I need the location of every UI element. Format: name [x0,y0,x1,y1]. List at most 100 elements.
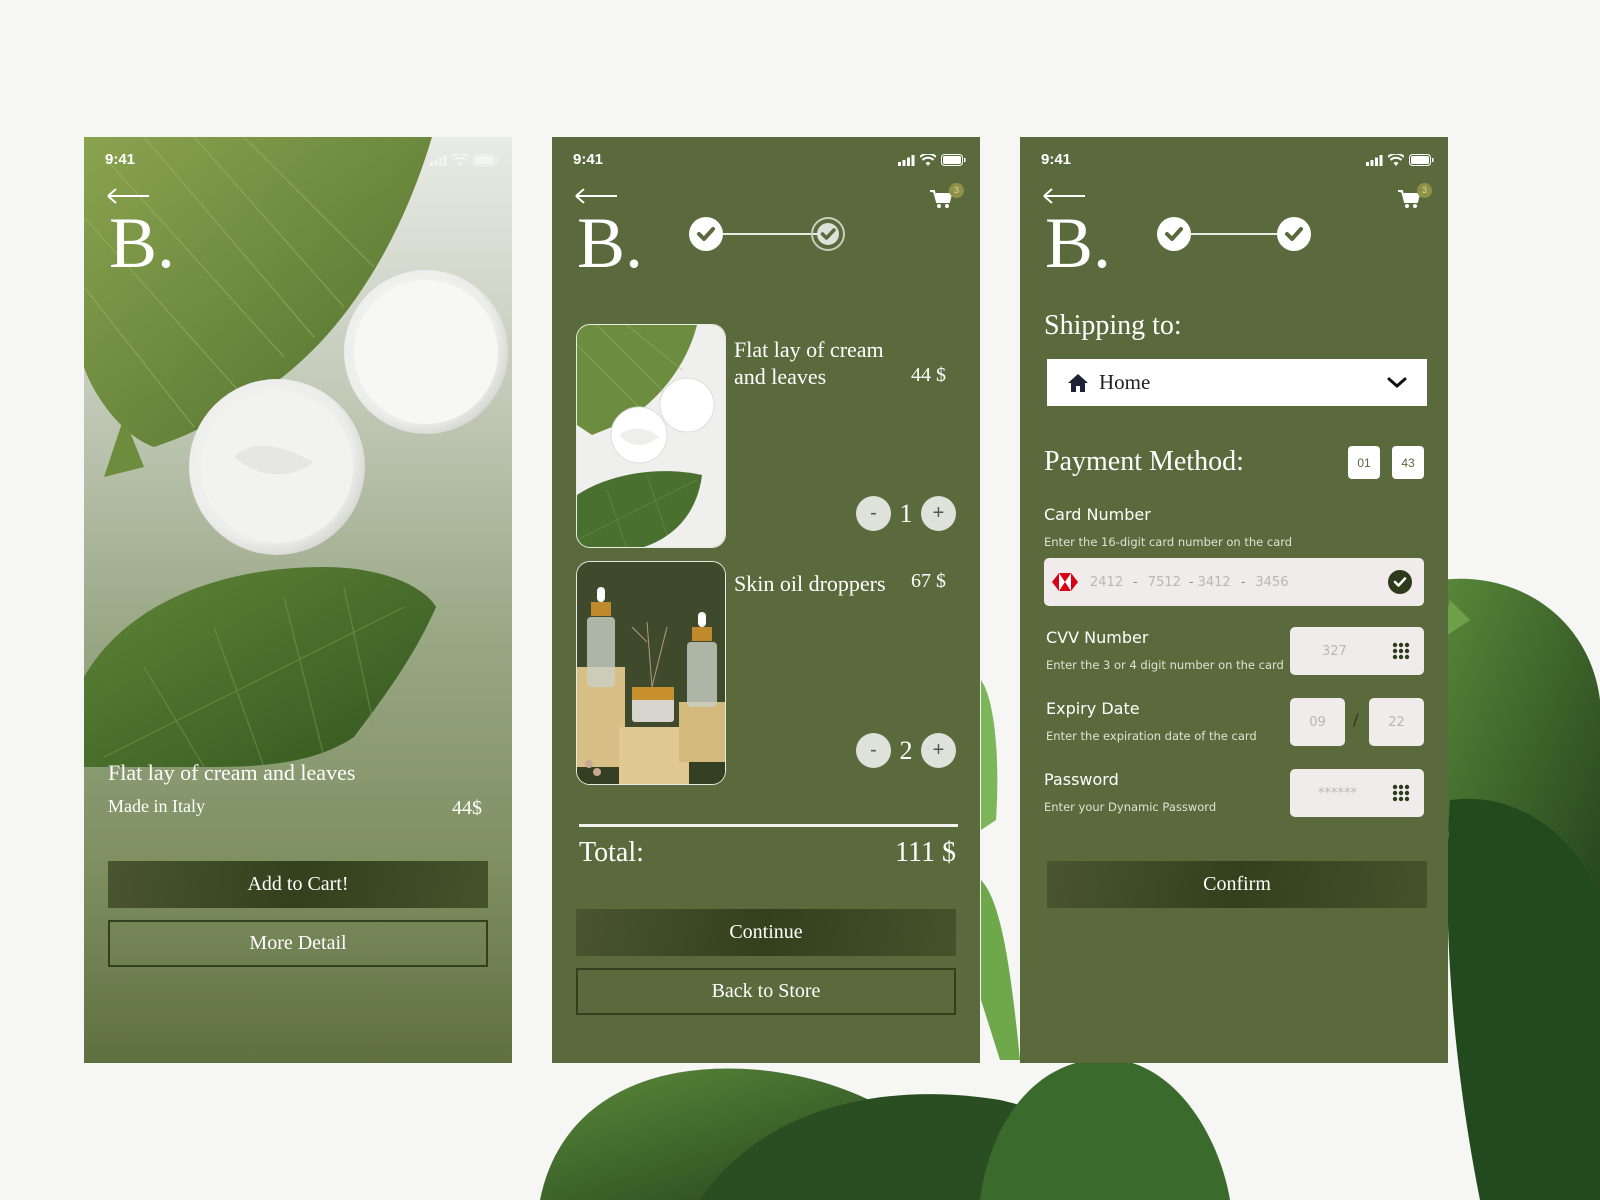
quantity-stepper: - 2 + [856,733,956,768]
quantity-value: 1 [899,498,913,528]
card-separator: - [1240,574,1246,590]
continue-button[interactable]: Continue [576,909,956,956]
cvv-input[interactable]: 327 [1290,627,1424,675]
card-group-2: 7512 [1147,574,1181,590]
checkout-stepper [689,217,845,251]
status-time: 9:41 [1041,151,1072,168]
back-to-store-button[interactable]: Back to Store [576,968,956,1015]
step-2-outline [811,217,845,251]
decrease-quantity-button[interactable]: - [856,496,891,531]
expiry-separator: / [1353,710,1359,729]
password-input[interactable]: ****** [1290,769,1424,817]
status-time: 9:41 [573,151,604,168]
card-group-4: 3456 [1255,574,1289,590]
battery-icon [1409,154,1434,166]
cream-and-leaves-image [577,325,725,547]
cart-item-name: Flat lay of cream and leaves [734,337,884,389]
cart-item-price: 67 $ [911,570,946,592]
check-icon [817,223,839,245]
confirm-button[interactable]: Confirm [1047,861,1427,908]
status-icons [430,154,498,166]
cart-count-badge: 3 [1417,183,1432,198]
signal-icon [898,154,915,166]
total-label: Total: [579,837,644,868]
payment-code-box[interactable]: 43 [1392,446,1424,479]
step-1-completed [1157,217,1191,251]
more-detail-button[interactable]: More Detail [108,920,488,967]
password-label: Password [1044,770,1119,789]
payment-method-heading: Payment Method: [1044,446,1244,477]
cart-item-price: 44 $ [911,364,946,386]
bank-logo-icon [1052,573,1078,591]
step-2-completed [1277,217,1311,251]
oil-droppers-image [577,562,725,784]
status-icons [898,154,966,166]
total-value: 111 $ [895,837,956,868]
chevron-down-icon [1387,377,1407,388]
expiry-month-input[interactable]: 09 [1290,698,1345,746]
keypad-icon[interactable] [1392,642,1410,660]
cart-item-name: Skin oil droppers [734,571,886,596]
status-bar: 9:41 [552,151,980,171]
decrease-quantity-button[interactable]: - [856,733,891,768]
keypad-icon[interactable] [1392,784,1410,802]
cart-item-image [576,324,726,548]
cart-count-badge: 3 [949,183,964,198]
quantity-value: 2 [899,735,913,765]
quantity-stepper: - 1 + [856,496,956,531]
card-separator: - [1133,574,1138,590]
battery-icon [941,154,966,166]
wifi-icon [452,154,468,166]
stepper-line [707,233,827,235]
wifi-icon [920,154,936,166]
product-title: Flat lay of cream and leaves [108,760,356,785]
card-number-help: Enter the 16-digit card number on the ca… [1044,535,1293,549]
brand-logo: B. [1045,203,1112,283]
product-screen: 9:41 B. Flat lay of cream and leaves Mad… [84,137,512,1063]
total-divider [579,824,958,827]
expiry-help: Enter the expiration date of the card [1046,729,1257,743]
status-bar: 9:41 [84,151,512,171]
card-group-3: 3412 [1197,574,1231,590]
step-1-completed [689,217,723,251]
expiry-month: 09 [1309,714,1326,730]
brand-logo: B. [109,203,176,283]
cvv-placeholder: 327 [1322,643,1347,659]
product-price: 44$ [452,797,482,819]
brand-logo: B. [577,203,644,283]
cart-item-image [576,561,726,785]
shipping-heading: Shipping to: [1044,310,1182,341]
expiry-label: Expiry Date [1046,699,1140,718]
cvv-help: Enter the 3 or 4 digit number on the car… [1046,658,1284,672]
password-help: Enter your Dynamic Password [1044,800,1217,814]
cart-screen: 9:41 3 B. Flat lay of cream and leaves 4… [552,137,980,1063]
product-origin: Made in Italy [108,796,205,816]
cvv-label: CVV Number [1046,628,1149,647]
home-icon [1068,373,1088,392]
expiry-year: 22 [1388,714,1405,730]
wifi-icon [1388,154,1404,166]
check-icon [1165,227,1183,241]
password-placeholder: ****** [1318,785,1357,801]
signal-icon [430,154,447,166]
check-icon [697,227,715,241]
shipping-address-select[interactable]: Home [1047,359,1427,406]
cart-button[interactable]: 3 [930,183,964,209]
battery-icon [473,154,498,166]
card-separator: - [1188,574,1194,590]
status-time: 9:41 [105,151,136,168]
card-group-1: 2412 [1090,574,1124,590]
payment-code-box[interactable]: 01 [1348,446,1380,479]
verified-check-icon [1388,570,1412,594]
increase-quantity-button[interactable]: + [921,496,956,531]
status-icons [1366,154,1434,166]
add-to-cart-button[interactable]: Add to Cart! [108,861,488,908]
check-icon [1285,227,1303,241]
payment-screen: 9:41 3 B. Shipping to: Home Payment Meth… [1020,137,1448,1063]
shipping-address-value: Home [1099,370,1151,394]
cart-button[interactable]: 3 [1398,183,1432,209]
card-number-input[interactable]: 2412 - 7512 - 3412 - 3456 [1044,558,1424,606]
increase-quantity-button[interactable]: + [921,733,956,768]
expiry-year-input[interactable]: 22 [1369,698,1424,746]
checkout-stepper [1157,217,1313,251]
